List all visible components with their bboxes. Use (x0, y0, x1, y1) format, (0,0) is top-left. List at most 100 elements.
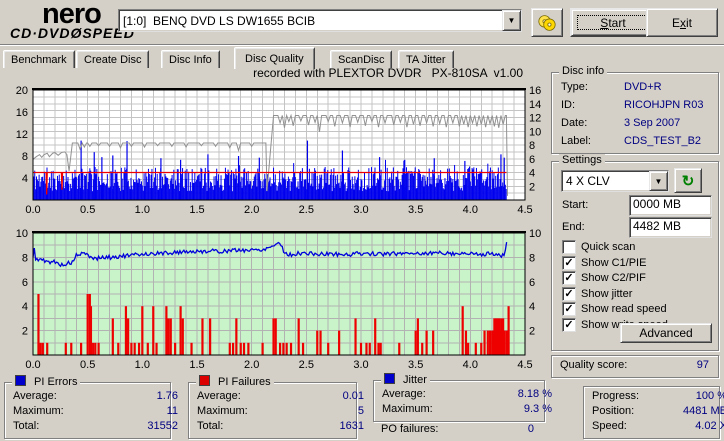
exit-button-label: Exit (671, 15, 693, 30)
svg-text:1.0: 1.0 (135, 359, 150, 371)
jitter-graph: 2 4 6 8 10 2 4 6 8 10 0.0 0.5 1.0 1.5 2.0 2.5 3.0 3.5 4.0 4… (16, 228, 542, 371)
svg-text:8: 8 (22, 151, 28, 163)
svg-text:4.5: 4.5 (517, 204, 532, 216)
svg-text:8: 8 (529, 140, 535, 152)
disc-info-row: ID: RICOHJPN R03 (561, 99, 704, 111)
pi-errors-legend-swatch (15, 375, 26, 386)
checkbox-quick-scan[interactable]: Quick scan (562, 240, 635, 254)
start-position-input[interactable]: 0000 MB (629, 195, 712, 216)
svg-text:3.5: 3.5 (408, 359, 423, 371)
progress-panel: Progress: 100 % Position: 4481 MB Speed: 4.02… (583, 386, 724, 439)
svg-text:3.0: 3.0 (353, 204, 368, 216)
pi-failures-stats-title: PI Failures (196, 375, 274, 388)
checkbox-show-jitter[interactable]: ✓ Show jitter (562, 286, 632, 301)
svg-text:4: 4 (22, 173, 28, 185)
checked-checkbox-icon[interactable]: ✓ (562, 302, 576, 317)
chevron-down-icon[interactable]: ▼ (502, 10, 521, 31)
pi-failures-legend-swatch (199, 375, 210, 386)
svg-text:4.0: 4.0 (463, 204, 478, 216)
svg-text:1.5: 1.5 (189, 204, 204, 216)
pi-failures-stats: PI Failures Average: 0.01 Maximum: 5 Total: 1… (188, 375, 364, 439)
svg-text:2: 2 (22, 326, 28, 338)
svg-text:2.0: 2.0 (244, 204, 259, 216)
checked-checkbox-icon[interactable]: ✓ (562, 286, 576, 301)
svg-text:6: 6 (529, 154, 535, 166)
svg-text:12: 12 (529, 113, 541, 125)
tab-disc-quality[interactable]: Disc Quality (234, 47, 315, 69)
svg-text:8: 8 (22, 252, 28, 264)
end-field-label: End: (562, 221, 585, 233)
svg-text:2: 2 (529, 326, 535, 338)
progress-row: Position: 4481 MB (592, 405, 724, 417)
scan-speed-select[interactable]: 4 X CLV ▼ (561, 170, 669, 192)
app-window: nero CD·DVDØSPEED [1:0] BENQ DVD LS DW16… (0, 0, 724, 441)
svg-text:20: 20 (16, 85, 28, 97)
progress-row: Speed: 4.02 X (592, 420, 724, 432)
po-failures-value: 0 (527, 423, 534, 435)
settings-title: Settings (559, 154, 605, 166)
svg-text:0.5: 0.5 (80, 359, 95, 371)
pi-failures-stat-row: Maximum: 5 (197, 405, 364, 417)
progress-row: Progress: 100 % (592, 390, 724, 402)
svg-text:14: 14 (529, 99, 541, 111)
jitter-stat-row: Maximum: 9.3 % (382, 403, 552, 415)
po-failures-row: PO failures: 0 (373, 423, 543, 435)
disc-info-row: Date: 3 Sep 2007 (561, 117, 681, 129)
disc-info-row: Type: DVD+R (561, 81, 662, 93)
discs-icon (538, 14, 556, 31)
disc-info-row: Label: CDS_TEST_B2 (561, 135, 702, 147)
jitter-legend-swatch (384, 373, 395, 384)
start-field-label: Start: (562, 199, 589, 211)
pi-errors-stats-title: PI Errors (12, 375, 81, 388)
drive-select[interactable]: [1:0] BENQ DVD LS DW1655 BCIB ▼ (118, 9, 522, 32)
svg-text:4: 4 (529, 168, 535, 180)
pi-errors-stat-row: Maximum: 11 (13, 405, 178, 417)
svg-text:16: 16 (529, 85, 541, 97)
svg-text:12: 12 (16, 129, 28, 141)
svg-text:4.5: 4.5 (517, 359, 532, 371)
checked-checkbox-icon[interactable]: ✓ (562, 318, 576, 332)
checked-checkbox-icon[interactable]: ✓ (562, 255, 576, 270)
toolbar-separator (0, 44, 724, 46)
chevron-down-icon[interactable]: ▼ (649, 171, 668, 191)
checkbox-show-read-speed[interactable]: ✓ Show read speed (562, 302, 667, 317)
refresh-icon: ↻ (681, 172, 695, 190)
svg-text:0.0: 0.0 (25, 359, 40, 371)
advanced-button[interactable]: Advanced (620, 323, 712, 343)
disc-button[interactable] (531, 8, 563, 37)
end-position-input[interactable]: 4482 MB (629, 217, 712, 238)
quality-score-box: Quality score: 97 (551, 355, 719, 378)
exit-button[interactable]: Exit (646, 8, 718, 37)
start-button[interactable]: Start (570, 8, 656, 37)
svg-text:1.0: 1.0 (135, 204, 150, 216)
po-failures-label: PO failures: (381, 423, 439, 435)
svg-text:10: 10 (529, 126, 541, 138)
svg-text:2.0: 2.0 (244, 359, 259, 371)
svg-text:0.0: 0.0 (25, 204, 40, 216)
svg-text:4.0: 4.0 (463, 359, 478, 371)
jitter-stats: Jitter Average: 8.18 % Maximum: 9.3 % (373, 373, 552, 422)
scan-speed-value[interactable]: 4 X CLV (562, 174, 649, 188)
drive-select-value[interactable]: [1:0] BENQ DVD LS DW1655 BCIB (119, 14, 502, 28)
svg-text:2: 2 (529, 181, 535, 193)
quality-score-label: Quality score: (560, 359, 628, 371)
unchecked-checkbox-icon[interactable] (562, 240, 576, 254)
pi-errors-stats: PI Errors Average: 1.76 Maximum: 11 Total: 31… (4, 375, 178, 439)
jitter-stat-row: Average: 8.18 % (382, 388, 552, 400)
pi-failures-stat-row: Average: 0.01 (197, 390, 364, 402)
disc-info-panel: Disc info Type: DVD+R ID: RICOHJPN R03 Date:… (551, 65, 719, 154)
svg-text:1.5: 1.5 (189, 359, 204, 371)
jitter-stats-title: Jitter (381, 373, 430, 386)
svg-text:6: 6 (529, 277, 535, 289)
pi-errors-stat-row: Total: 31552 (13, 420, 178, 432)
svg-text:2.5: 2.5 (299, 359, 314, 371)
svg-text:10: 10 (529, 228, 541, 240)
svg-text:0.5: 0.5 (80, 204, 95, 216)
refresh-button[interactable]: ↻ (674, 168, 702, 193)
checkbox-show-c1-pie[interactable]: ✓ Show C1/PIE (562, 255, 646, 270)
checkbox-show-c2-pif[interactable]: ✓ Show C2/PIF (562, 271, 646, 286)
svg-text:4: 4 (22, 301, 28, 313)
checked-checkbox-icon[interactable]: ✓ (562, 271, 576, 286)
svg-text:10: 10 (16, 228, 28, 240)
pi-errors-graph: 481216202468101214160.0 0.5 1.0 1.5 2.0 2.5 3.… (16, 85, 542, 216)
